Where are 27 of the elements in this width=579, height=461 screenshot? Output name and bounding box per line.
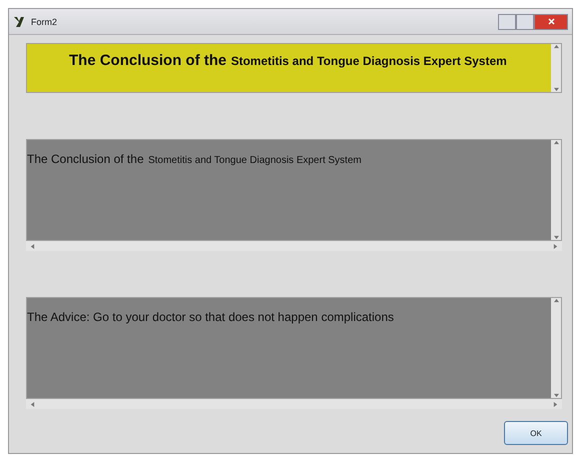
heading-subtext: Stometitis and Tongue Diagnosis Expert System (148, 155, 362, 166)
app-icon (13, 16, 25, 28)
heading-text: The Advice: Go to your doctor so that does not happen complications (27, 310, 394, 324)
vertical-scrollbar[interactable] (551, 140, 561, 240)
scroll-left-icon[interactable] (30, 244, 35, 248)
ok-button[interactable]: OK (504, 421, 568, 445)
vertical-scrollbar[interactable] (551, 298, 561, 398)
scroll-up-icon[interactable] (554, 140, 558, 145)
vertical-scrollbar[interactable] (551, 44, 561, 92)
horizontal-scrollbar[interactable] (26, 241, 562, 251)
horizontal-scrollbar[interactable] (26, 399, 562, 409)
maximize-button[interactable] (516, 14, 534, 30)
scroll-left-icon[interactable] (30, 402, 35, 406)
heading-text: The Conclusion of the (69, 52, 226, 69)
scroll-up-icon[interactable] (554, 298, 558, 303)
close-icon (548, 18, 554, 25)
scroll-right-icon[interactable] (553, 402, 558, 406)
window-title: Form2 (31, 16, 58, 26)
text-area[interactable]: The Advice: Go to your doctor so that does not happen complications (26, 297, 562, 399)
scroll-up-icon[interactable] (554, 44, 558, 49)
heading-text: The Conclusion of the (27, 152, 144, 166)
scroll-right-icon[interactable] (553, 244, 558, 248)
scroll-down-icon[interactable] (554, 87, 558, 92)
minimize-button[interactable] (498, 14, 516, 30)
text-area[interactable]: The Conclusion of the Stometitis and Tongue Diagnosis Expert System (26, 139, 562, 241)
heading-subtext: Stometitis and Tongue Diagnosis Expert System (230, 54, 507, 68)
close-button[interactable] (534, 14, 568, 30)
